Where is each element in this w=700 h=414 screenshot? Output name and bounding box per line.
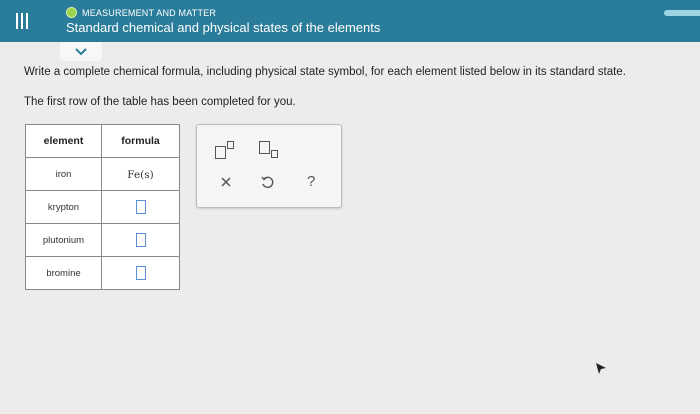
formula-cell <box>101 256 180 290</box>
table-row: krypton <box>25 190 180 224</box>
formula-cell: Fe(s) <box>101 157 180 191</box>
element-cell: krypton <box>25 190 102 224</box>
subscript-icon[interactable] <box>259 141 281 159</box>
cursor-icon <box>596 363 606 374</box>
element-cell: iron <box>25 157 102 191</box>
question-note: The first row of the table has been comp… <box>24 96 296 108</box>
topic-label: MEASUREMENT AND MATTER <box>82 7 217 18</box>
formula-toolbar: ? <box>196 124 342 208</box>
element-cell: bromine <box>25 256 102 290</box>
help-icon[interactable]: ? <box>307 173 315 190</box>
table-row: bromine <box>25 256 180 290</box>
chevron-down-icon <box>75 47 87 55</box>
formula-input[interactable] <box>135 265 146 280</box>
topic-row: MEASUREMENT AND MATTER <box>66 7 216 18</box>
superscript-icon[interactable] <box>215 141 237 159</box>
undo-icon[interactable] <box>260 175 274 189</box>
table-row: plutonium <box>25 223 180 257</box>
page-title: Standard chemical and physical states of… <box>66 20 381 35</box>
question-instruction: Write a complete chemical formula, inclu… <box>24 66 626 78</box>
element-cell: plutonium <box>25 223 102 257</box>
expand-button[interactable] <box>60 42 102 61</box>
top-header: MEASUREMENT AND MATTER Standard chemical… <box>0 0 700 42</box>
formula-input[interactable] <box>135 232 146 247</box>
column-header-formula: formula <box>101 124 180 158</box>
menu-icon[interactable] <box>14 13 30 29</box>
formula-answer: Fe(s) <box>127 169 154 181</box>
table-row: iron Fe(s) <box>25 157 180 191</box>
formula-input[interactable] <box>135 199 146 214</box>
topic-status-icon <box>66 7 77 18</box>
element-table: element formula iron Fe(s) krypton pluto… <box>25 124 180 290</box>
clear-icon[interactable] <box>219 175 233 189</box>
table-header-row: element formula <box>25 124 180 158</box>
formula-cell <box>101 223 180 257</box>
progress-indicator <box>664 10 700 16</box>
formula-cell <box>101 190 180 224</box>
column-header-element: element <box>25 124 102 158</box>
